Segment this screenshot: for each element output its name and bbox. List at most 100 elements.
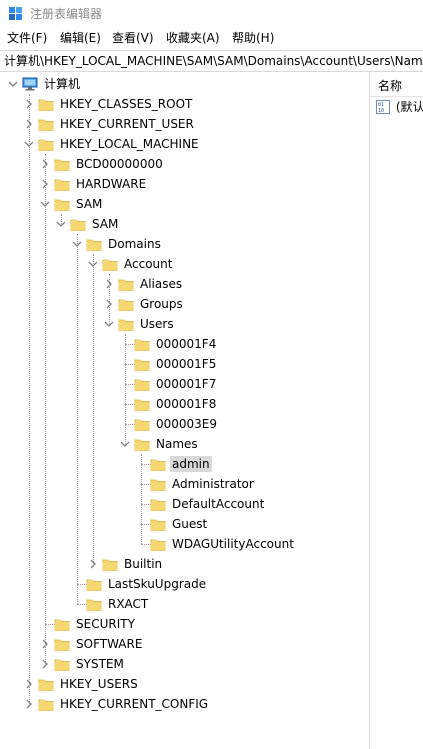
- chevron-right-icon[interactable]: [103, 297, 115, 311]
- tree-node-users[interactable]: Users: [0, 314, 369, 334]
- tree-node-admin[interactable]: admin: [0, 454, 369, 474]
- values-pane[interactable]: 名称 01 10 (默认): [370, 72, 423, 749]
- chevron-down-icon[interactable]: [71, 237, 83, 251]
- folder-icon: [150, 456, 166, 472]
- tree-node-label: DefaultAccount: [172, 497, 265, 511]
- chevron-right-icon[interactable]: [23, 97, 35, 111]
- tree-node-lastskuupgrade[interactable]: LastSkuUpgrade: [0, 574, 369, 594]
- registry-tree[interactable]: 计算机 HKEY_CLASSES_ROOT HKEY_CURRENT_USER HKE…: [0, 72, 370, 749]
- tree-node-software[interactable]: SOFTWARE: [0, 634, 369, 654]
- tree-node-label: HKEY_CURRENT_USER: [60, 117, 194, 131]
- tree-node-guest[interactable]: Guest: [0, 514, 369, 534]
- tree-node-hkey-current-config[interactable]: HKEY_CURRENT_CONFIG: [0, 694, 369, 714]
- value-row[interactable]: 01 10 (默认): [376, 98, 423, 116]
- tree-node-000001f7[interactable]: 000001F7: [0, 374, 369, 394]
- folder-icon: [38, 676, 54, 692]
- folder-icon: [86, 596, 102, 612]
- tree-node-defaultaccount[interactable]: DefaultAccount: [0, 494, 369, 514]
- svg-text:10: 10: [378, 108, 384, 114]
- tree-node-system[interactable]: SYSTEM: [0, 654, 369, 674]
- tree-node-groups[interactable]: Groups: [0, 294, 369, 314]
- chevron-right-icon[interactable]: [23, 677, 35, 691]
- chevron-down-icon[interactable]: [103, 317, 115, 331]
- chevron-right-icon[interactable]: [23, 697, 35, 711]
- tree-node-label: SAM: [92, 217, 119, 231]
- folder-icon: [118, 296, 134, 312]
- tree-node-label: Groups: [140, 297, 183, 311]
- folder-icon: [38, 96, 54, 112]
- tree-node-security[interactable]: SECURITY: [0, 614, 369, 634]
- chevron-right-icon[interactable]: [39, 157, 51, 171]
- regedit-icon: [8, 6, 24, 22]
- menu-help[interactable]: 帮助(H): [232, 30, 274, 46]
- folder-icon: [134, 336, 150, 352]
- tree-node-hkey-local-machine[interactable]: HKEY_LOCAL_MACHINE: [0, 134, 369, 154]
- tree-node-label: HARDWARE: [76, 177, 147, 191]
- tree-node-label: Users: [140, 317, 174, 331]
- tree-node-sam[interactable]: SAM: [0, 194, 369, 214]
- tree-node-label: 000001F4: [156, 337, 217, 351]
- tree-node-000001f8[interactable]: 000001F8: [0, 394, 369, 414]
- tree-node-hardware[interactable]: HARDWARE: [0, 174, 369, 194]
- folder-icon: [54, 156, 70, 172]
- chevron-down-icon[interactable]: [55, 217, 67, 231]
- chevron-right-icon[interactable]: [39, 637, 51, 651]
- chevron-down-icon[interactable]: [119, 437, 131, 451]
- chevron-right-icon[interactable]: [103, 277, 115, 291]
- menu-favorites[interactable]: 收藏夹(A): [166, 30, 220, 46]
- tree-node-label: SAM: [76, 197, 103, 211]
- folder-icon: [54, 196, 70, 212]
- folder-icon: [150, 536, 166, 552]
- folder-icon: [38, 696, 54, 712]
- tree-node-domains[interactable]: Domains: [0, 234, 369, 254]
- tree-node-label: LastSkuUpgrade: [108, 577, 207, 591]
- tree-node-bcd00000000[interactable]: BCD00000000: [0, 154, 369, 174]
- folder-icon: [150, 516, 166, 532]
- menu-view[interactable]: 查看(V): [112, 30, 154, 46]
- tree-node-label: 000001F7: [156, 377, 217, 391]
- computer-icon: [22, 76, 38, 92]
- tree-node-account[interactable]: Account: [0, 254, 369, 274]
- column-header-name[interactable]: 名称: [370, 72, 423, 97]
- address-bar[interactable]: 计算机\HKEY_LOCAL_MACHINE\SAM\SAM\Domains\A…: [0, 50, 423, 72]
- menu-file[interactable]: 文件(F): [7, 30, 47, 46]
- tree-node-label: 000003E9: [156, 417, 218, 431]
- tree-node-000003e9[interactable]: 000003E9: [0, 414, 369, 434]
- tree-node-000001f4[interactable]: 000001F4: [0, 334, 369, 354]
- menu-edit[interactable]: 编辑(E): [60, 30, 101, 46]
- tree-node-label: SOFTWARE: [76, 637, 143, 651]
- chevron-down-icon[interactable]: [23, 137, 35, 151]
- binary-value-icon: 01 10: [376, 99, 392, 114]
- chevron-down-icon[interactable]: [39, 197, 51, 211]
- tree-node-hkey-users[interactable]: HKEY_USERS: [0, 674, 369, 694]
- chevron-right-icon[interactable]: [39, 177, 51, 191]
- chevron-right-icon[interactable]: [39, 657, 51, 671]
- tree-node-label: BCD00000000: [76, 157, 163, 171]
- tree-node-rxact[interactable]: RXACT: [0, 594, 369, 614]
- tree-node-label: HKEY_CLASSES_ROOT: [60, 97, 193, 111]
- tree-node-label: SECURITY: [76, 617, 135, 631]
- tree-node-sam[interactable]: SAM: [0, 214, 369, 234]
- folder-icon: [54, 656, 70, 672]
- tree-node-hkey-classes-root[interactable]: HKEY_CLASSES_ROOT: [0, 94, 369, 114]
- tree-node-label: HKEY_LOCAL_MACHINE: [60, 137, 199, 151]
- tree-node-label: HKEY_USERS: [60, 677, 138, 691]
- chevron-down-icon[interactable]: [7, 77, 19, 91]
- folder-icon: [54, 176, 70, 192]
- menu-bar: 文件(F) 编辑(E) 查看(V) 收藏夹(A) 帮助(H): [0, 28, 423, 48]
- tree-node-label: Administrator: [172, 477, 254, 491]
- tree-node-hkey-current-user[interactable]: HKEY_CURRENT_USER: [0, 114, 369, 134]
- tree-node-label: Builtin: [124, 557, 163, 571]
- tree-node-000001f5[interactable]: 000001F5: [0, 354, 369, 374]
- tree-node-label: admin: [170, 456, 212, 472]
- tree-node-names[interactable]: Names: [0, 434, 369, 454]
- tree-node-计算机[interactable]: 计算机: [0, 74, 369, 94]
- tree-node-wdagutilityaccount[interactable]: WDAGUtilityAccount: [0, 534, 369, 554]
- tree-node-administrator[interactable]: Administrator: [0, 474, 369, 494]
- chevron-down-icon[interactable]: [87, 257, 99, 271]
- chevron-right-icon[interactable]: [87, 557, 99, 571]
- chevron-right-icon[interactable]: [23, 117, 35, 131]
- tree-node-aliases[interactable]: Aliases: [0, 274, 369, 294]
- address-path[interactable]: 计算机\HKEY_LOCAL_MACHINE\SAM\SAM\Domains\A…: [4, 53, 423, 69]
- tree-node-builtin[interactable]: Builtin: [0, 554, 369, 574]
